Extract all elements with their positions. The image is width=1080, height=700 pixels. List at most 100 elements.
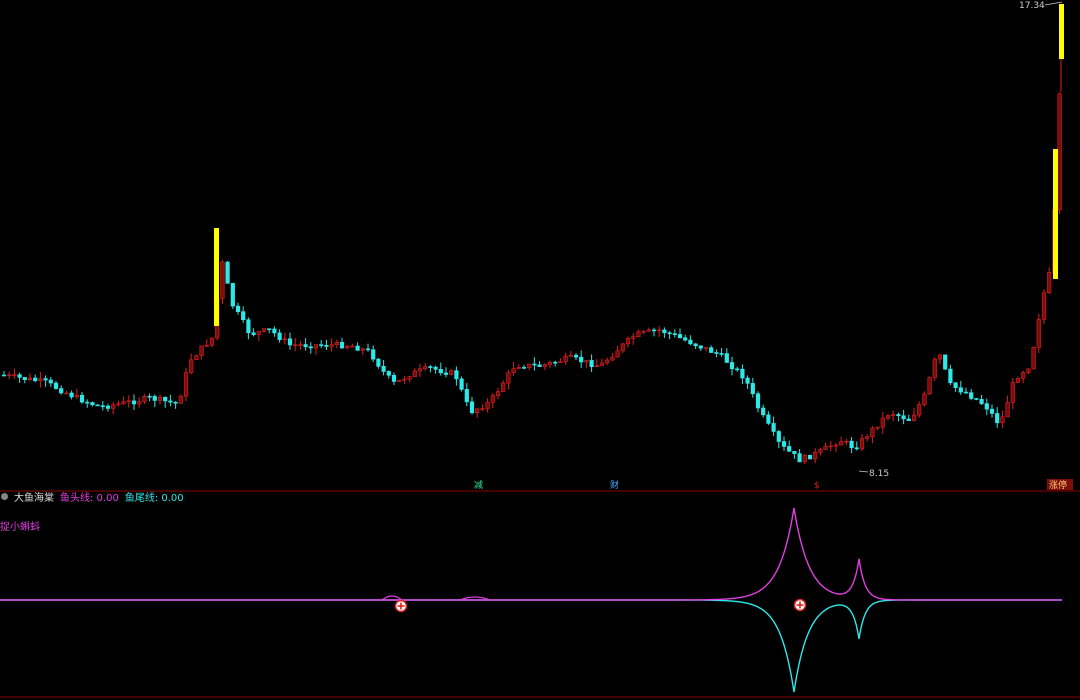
candle-body (943, 354, 948, 370)
candle-body (199, 345, 204, 356)
limit-up-bar (214, 228, 219, 326)
candle-body (480, 408, 485, 410)
candle-body (641, 330, 646, 333)
candle-body (433, 366, 438, 370)
candle-body (761, 407, 766, 416)
candle-body (324, 345, 329, 347)
candle-body (802, 454, 807, 463)
candle-body (854, 447, 859, 450)
candlesticks (1, 92, 1062, 464)
candle-body (412, 370, 417, 377)
candle-body (729, 362, 735, 370)
candle-body (131, 400, 137, 405)
candle-body (1010, 382, 1015, 403)
candle-body (506, 372, 511, 384)
candle-body (953, 382, 958, 388)
candle-body (381, 366, 386, 372)
indicator-name[interactable]: 大鱼海棠 (14, 489, 54, 504)
candle-body (417, 368, 423, 372)
candle-body (38, 378, 43, 382)
candle-body (657, 329, 662, 332)
limit-up-bar (1053, 149, 1058, 279)
candle-body (428, 366, 433, 368)
candle-body (209, 337, 215, 346)
candle-body (459, 378, 464, 390)
candle-body (220, 261, 225, 299)
marker-limit-up: 涨停 (1049, 479, 1067, 491)
head-line-value: 鱼头线: 0.00 (60, 492, 119, 504)
candle-body (147, 395, 152, 398)
candle-body (610, 356, 615, 361)
candle-body (1, 374, 7, 377)
candle-body (287, 338, 293, 346)
candle-body (329, 344, 334, 347)
candle-body (293, 344, 298, 347)
candle-body (865, 436, 870, 439)
candle-body (485, 401, 490, 409)
candle-body (948, 368, 953, 384)
candle-body (121, 401, 126, 405)
candle-body (235, 305, 241, 312)
candle-body (1031, 346, 1036, 370)
candle-body (246, 319, 251, 334)
candle-body (901, 415, 906, 420)
candle-body (1005, 402, 1010, 418)
marker-jian: 减 (474, 479, 483, 491)
candle-body (885, 415, 891, 419)
candle-body (365, 348, 371, 351)
candle-body (277, 332, 282, 340)
candle-body (709, 347, 714, 353)
candle-body (178, 395, 183, 404)
candle-body (703, 347, 709, 349)
signal-icon (394, 599, 408, 613)
candle-body (963, 391, 969, 394)
candle-body (79, 394, 85, 403)
candle-body (53, 382, 59, 389)
candle-body (537, 364, 542, 367)
candle-body (547, 361, 553, 365)
candle-body (849, 440, 854, 449)
candle-body (1057, 93, 1062, 211)
candle-body (308, 346, 313, 349)
candle-body (189, 359, 194, 373)
signal-icon (793, 598, 807, 612)
candle-body (563, 355, 568, 362)
candle-body (126, 400, 131, 403)
candle-body (984, 403, 989, 410)
candle-body (787, 446, 792, 452)
settings-dot-icon[interactable] (1, 492, 8, 500)
candle-body (350, 345, 355, 348)
candle-body (183, 372, 189, 397)
candle-body (651, 329, 657, 332)
candle-body (776, 431, 781, 442)
candle-body (558, 361, 563, 363)
candle-body (750, 383, 755, 395)
candle-body (542, 364, 547, 367)
candle-body (620, 343, 625, 352)
candle-body (818, 449, 823, 453)
candle-body (594, 365, 599, 368)
candle-body (516, 367, 521, 369)
candle-body (740, 368, 745, 379)
candle-body (27, 377, 33, 381)
candle-body (423, 366, 428, 370)
stock-chart: 17.34 8.15 减 财 $ 涨停 (0, 1, 1080, 698)
candle-body (511, 368, 516, 373)
candle-body (766, 414, 771, 424)
candle-body (911, 414, 917, 421)
candle-body (90, 402, 95, 406)
candle-body (698, 345, 703, 349)
limit-up-bars (214, 4, 1064, 326)
candle-body (719, 353, 724, 355)
candle-body (532, 363, 537, 366)
candle-body (17, 374, 22, 378)
candle-body (443, 372, 449, 375)
candle-body (906, 418, 911, 421)
candle-body (449, 370, 454, 375)
candle-body (303, 344, 308, 348)
candle-body (781, 441, 787, 447)
candle-body (714, 352, 719, 354)
tail-line-value: 鱼尾线: 0.00 (124, 492, 184, 504)
indicator-sub-label: 捉小蝌蚪 (0, 522, 40, 533)
candle-body (631, 336, 636, 339)
